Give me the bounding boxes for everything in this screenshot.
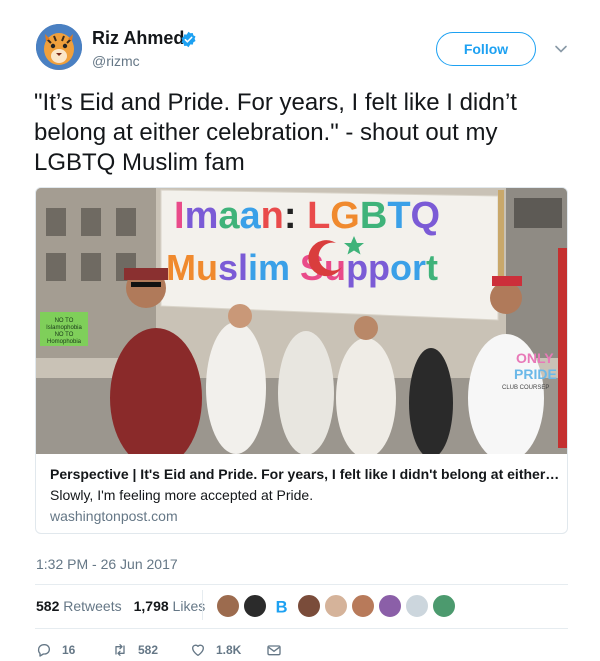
divider bbox=[35, 584, 568, 585]
heart-icon bbox=[192, 644, 204, 656]
envelope-icon bbox=[267, 645, 281, 656]
engagement-stats: 582 Retweets 1,798 Likes bbox=[36, 598, 205, 614]
liker-avatar[interactable] bbox=[297, 594, 321, 618]
liker-avatar[interactable] bbox=[378, 594, 402, 618]
liker-avatar[interactable] bbox=[405, 594, 429, 618]
liker-avatar[interactable]: B bbox=[270, 594, 294, 618]
chevron-down-icon[interactable] bbox=[554, 42, 568, 56]
likes-label: Likes bbox=[172, 598, 206, 614]
svg-text:ONLY: ONLY bbox=[516, 350, 554, 366]
follow-button[interactable]: Follow bbox=[436, 32, 536, 66]
retweets-label: Retweets bbox=[63, 598, 122, 614]
svg-text:NO TO: NO TO bbox=[55, 318, 74, 324]
retweet-count: 582 bbox=[138, 643, 159, 657]
liker-avatar[interactable] bbox=[324, 594, 348, 618]
tiger-avatar-icon bbox=[36, 24, 82, 70]
direct-message-action[interactable] bbox=[266, 642, 292, 658]
avatar[interactable] bbox=[36, 24, 82, 70]
card-title[interactable]: Perspective | It's Eid and Pride. For ye… bbox=[50, 466, 560, 482]
tweet-text: "It’s Eid and Pride. For years, I felt l… bbox=[34, 89, 517, 176]
divider bbox=[35, 628, 568, 629]
banner-line-2: Muslim Support bbox=[166, 247, 438, 288]
card-domain[interactable]: washingtonpost.com bbox=[50, 508, 178, 524]
like-action[interactable]: 1.8K bbox=[190, 642, 241, 658]
retweets-stat[interactable]: 582 Retweets bbox=[36, 598, 122, 614]
stats-separator bbox=[202, 590, 203, 620]
svg-text:Islamophobia: Islamophobia bbox=[46, 325, 82, 331]
retweets-count: 582 bbox=[36, 598, 60, 614]
retweet-icon bbox=[115, 644, 125, 656]
svg-text:NO TO: NO TO bbox=[55, 332, 74, 338]
svg-text:Homophobia: Homophobia bbox=[47, 339, 82, 345]
liker-avatar[interactable] bbox=[243, 594, 267, 618]
liker-avatar[interactable] bbox=[432, 594, 456, 618]
liker-avatar[interactable] bbox=[216, 594, 240, 618]
reply-action[interactable]: 16 bbox=[36, 642, 75, 658]
likes-count: 1,798 bbox=[133, 598, 169, 614]
svg-text:B: B bbox=[276, 598, 288, 616]
verified-badge-icon bbox=[181, 31, 196, 48]
svg-text:CLUB COURSEP: CLUB COURSEP bbox=[502, 385, 549, 391]
card-description: Slowly, I'm feeling more accepted at Pri… bbox=[50, 487, 314, 503]
likes-stat[interactable]: 1,798 Likes bbox=[134, 598, 206, 614]
svg-text:PRIDE: PRIDE bbox=[514, 366, 557, 382]
reply-icon bbox=[37, 644, 50, 657]
author-handle[interactable]: @rizmc bbox=[92, 53, 140, 69]
tweet-timestamp[interactable]: 1:32 PM - 26 Jun 2017 bbox=[36, 556, 178, 572]
reply-count: 16 bbox=[62, 643, 76, 657]
like-count: 1.8K bbox=[216, 643, 242, 657]
link-card[interactable]: Imaan: LGBTQ Muslim Support NO TO Islamo… bbox=[35, 187, 568, 534]
liker-avatar[interactable] bbox=[351, 594, 375, 618]
tweet-actions: 16 582 1.8K bbox=[36, 642, 336, 660]
retweet-action[interactable]: 582 bbox=[112, 642, 158, 658]
card-image: Imaan: LGBTQ Muslim Support NO TO Islamo… bbox=[36, 188, 567, 454]
banner-line-1: Imaan: LGBTQ bbox=[174, 195, 440, 237]
author-name[interactable]: Riz Ahmed bbox=[92, 28, 184, 49]
